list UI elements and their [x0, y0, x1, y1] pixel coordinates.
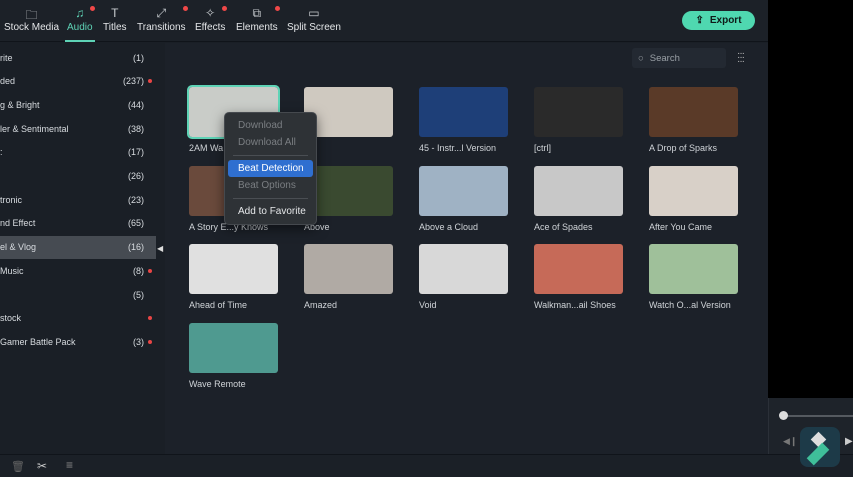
sidebar-category[interactable]: stock	[0, 307, 156, 330]
audio-thumbnail[interactable]	[534, 244, 623, 294]
split-screen-icon: ▭	[308, 6, 320, 20]
filmora-logo-icon	[800, 427, 840, 467]
tab-effects[interactable]: ✧ Effects	[195, 6, 228, 33]
delete-icon[interactable]: 🗑	[11, 460, 25, 473]
menu-item-add-to-favorite[interactable]: Add to Favorite	[228, 203, 313, 220]
sidebar-category[interactable]: (26)	[0, 165, 156, 188]
audio-thumbnail[interactable]	[304, 244, 393, 294]
audio-thumbnail[interactable]	[649, 87, 738, 137]
text-icon: T	[111, 6, 119, 20]
audio-item[interactable]: Ahead of Time	[189, 244, 279, 310]
effects-icon: ✧	[195, 6, 228, 22]
audio-item[interactable]: Amazed	[304, 244, 394, 310]
tab-transitions[interactable]: ⤢ Transitions	[137, 6, 188, 33]
audio-item[interactable]: 45 - Instr...l Version	[419, 87, 509, 153]
search-input[interactable]: ○ Search	[632, 48, 726, 68]
tab-elements[interactable]: ⧉ Elements	[236, 6, 280, 33]
context-menu: Download Download All Beat Detection Beat O…	[224, 112, 317, 225]
folder-icon: 🗀	[25, 8, 38, 22]
audio-thumbnail[interactable]	[419, 165, 508, 216]
music-icon: ♫	[67, 6, 95, 22]
audio-thumbnail[interactable]	[419, 87, 508, 137]
audio-thumbnail[interactable]	[304, 87, 393, 137]
sidebar-category[interactable]: : (17)	[0, 141, 156, 164]
audio-item[interactable]: Wave Remote	[189, 322, 279, 389]
new-badge	[148, 79, 152, 84]
scissors-icon[interactable]: ✂	[37, 459, 47, 473]
category-sidebar: rite (1) ded (237) g & Bright (44) ler & Senti…	[0, 42, 156, 454]
transition-icon: ⤢	[137, 6, 188, 22]
sidebar-category[interactable]: nd Effect (65)	[0, 212, 156, 235]
new-badge	[148, 316, 152, 321]
sidebar-category[interactable]: Music (8)	[0, 259, 156, 282]
sidebar-category[interactable]: (5)	[0, 283, 156, 306]
audio-item[interactable]: Void	[419, 244, 509, 310]
audio-item[interactable]: Walkman...ail Shoes	[534, 244, 624, 310]
prev-frame-icon[interactable]: ◀❙	[783, 436, 797, 447]
menu-separator	[233, 155, 308, 156]
sidebar-category[interactable]: tronic (23)	[0, 188, 156, 211]
sidebar-category[interactable]: ded (237)	[0, 70, 156, 93]
new-badge	[182, 6, 188, 11]
collapse-sidebar-icon[interactable]: ◀	[157, 244, 163, 253]
playback-slider[interactable]	[784, 415, 853, 417]
audio-item[interactable]: After You Came	[649, 165, 739, 232]
audio-item[interactable]: Above	[304, 165, 394, 232]
tab-stock-media[interactable]: 🗀 Stock Media	[4, 6, 59, 33]
grid-view-icon[interactable]: ··· ··· ···	[737, 49, 745, 67]
audio-thumbnail[interactable]	[304, 165, 393, 216]
menu-item-beat-options: Beat Options	[238, 180, 296, 191]
tab-titles[interactable]: T Titles	[103, 6, 127, 33]
audio-thumbnail[interactable]	[419, 244, 508, 294]
new-badge	[148, 268, 152, 273]
preview-window	[768, 0, 853, 398]
sidebar-category[interactable]: el & Vlog (16)	[0, 235, 156, 259]
new-badge	[89, 6, 95, 11]
menu-item-download: Download	[238, 120, 283, 131]
audio-thumbnail[interactable]	[189, 244, 278, 294]
export-button[interactable]: ⇪ Export	[682, 11, 755, 30]
playhead-knob[interactable]	[779, 411, 788, 420]
play-icon[interactable]: ▶	[845, 436, 853, 447]
tab-split-screen[interactable]: ▭ Split Screen	[287, 6, 341, 33]
new-badge	[274, 6, 280, 11]
timeline-toolbar: 🗑 ✂ ≡	[0, 454, 853, 477]
elements-icon: ⧉	[236, 6, 280, 22]
menu-separator	[233, 198, 308, 199]
sidebar-category[interactable]: Gamer Battle Pack (3)	[0, 330, 156, 353]
audio-thumbnail[interactable]	[649, 244, 738, 294]
audio-item[interactable]: Ace of Spades	[534, 165, 624, 232]
audio-item[interactable]: Watch O...al Version	[649, 244, 739, 310]
audio-item[interactable]: A Drop of Sparks	[649, 87, 739, 153]
audio-thumbnail[interactable]	[534, 165, 623, 216]
search-icon: ○	[638, 52, 644, 64]
sidebar-category[interactable]: g & Bright (44)	[0, 93, 156, 116]
new-badge	[148, 339, 152, 344]
sidebar-category[interactable]: ler & Sentimental (38)	[0, 117, 156, 140]
audio-item[interactable]: Above a Cloud	[419, 165, 509, 232]
adjust-icon[interactable]: ≡	[66, 458, 73, 472]
audio-thumbnail[interactable]	[189, 322, 278, 373]
audio-item[interactable]	[304, 87, 394, 143]
menu-item-download-all: Download All	[238, 137, 296, 148]
sidebar-category[interactable]: rite (1)	[0, 46, 156, 69]
audio-thumbnail[interactable]	[534, 87, 623, 137]
audio-thumbnail[interactable]	[649, 165, 738, 216]
audio-item[interactable]: [ctrl]	[534, 87, 624, 153]
menu-item-beat-detection[interactable]: Beat Detection	[228, 160, 313, 177]
tab-audio[interactable]: ♫ Audio	[65, 6, 95, 42]
share-icon: ⇪	[695, 15, 704, 26]
